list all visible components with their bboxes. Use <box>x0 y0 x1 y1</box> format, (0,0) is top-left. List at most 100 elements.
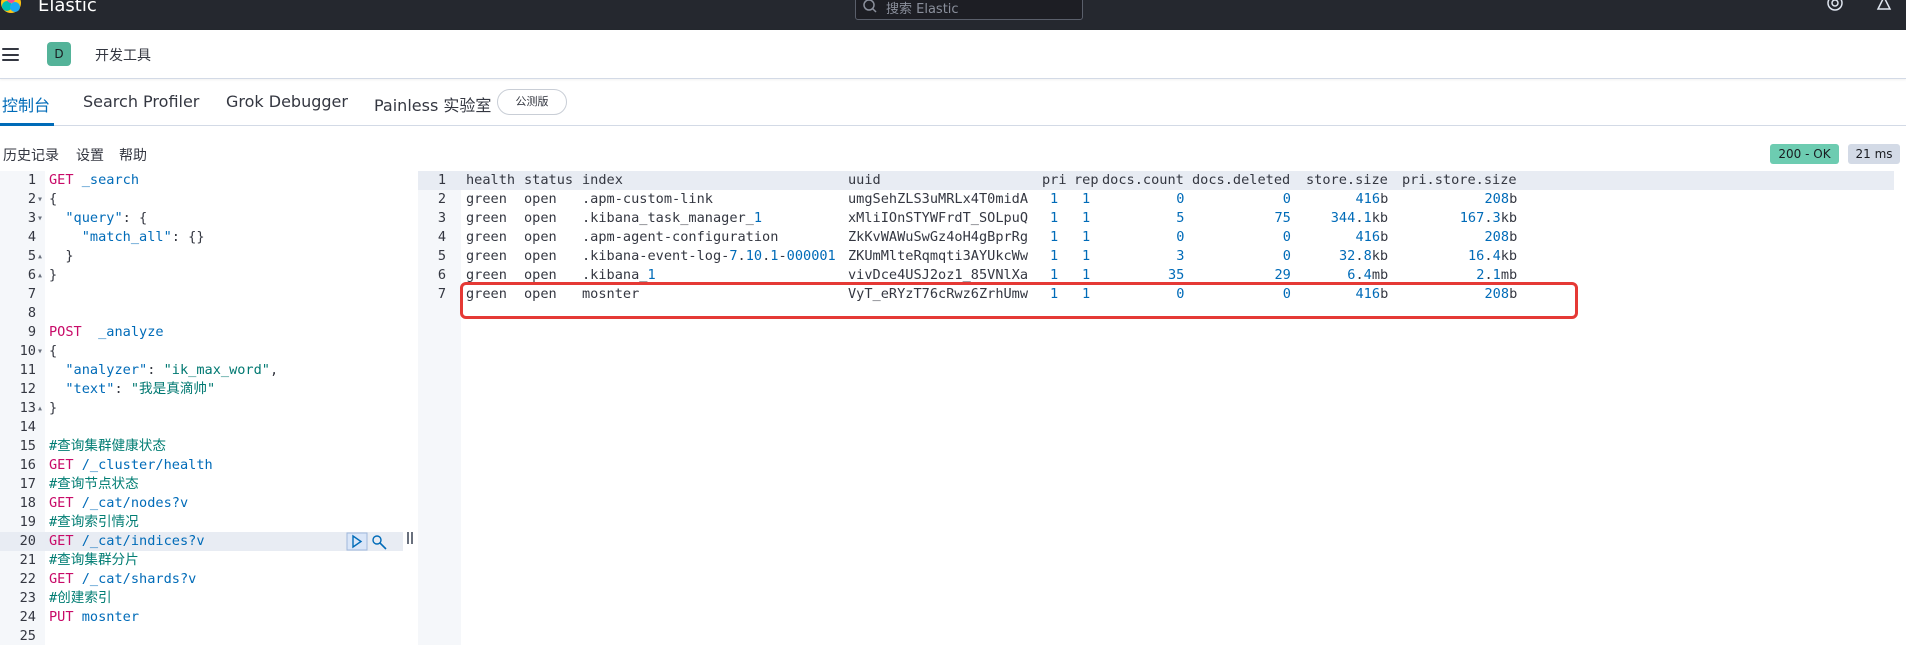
editor-line[interactable]: 20 GET /_cat/indices?v <box>0 532 403 551</box>
editor-line[interactable]: 15 #查询集群健康状态 <box>0 437 403 456</box>
editor-line[interactable]: 13 ▴} <box>0 399 403 418</box>
space-avatar[interactable]: D <box>47 42 71 66</box>
editor-line[interactable]: 18 GET /_cat/nodes?v <box>0 494 403 513</box>
fold-toggle-icon[interactable]: ▴ <box>37 266 43 285</box>
fold-toggle-icon[interactable]: ▴ <box>37 399 43 418</box>
column-header: status <box>524 172 574 188</box>
fold-toggle-icon[interactable]: ▾ <box>37 342 43 361</box>
line-number: 2 <box>437 191 446 207</box>
editor-line[interactable]: 21 #查询集群分片 <box>0 551 403 570</box>
column-header: health <box>466 172 516 188</box>
highlight-box <box>460 282 1578 319</box>
line-number: 7 <box>437 286 446 302</box>
line-number: 5 <box>437 248 446 264</box>
global-search-input[interactable]: 搜索 Elastic <box>855 0 1083 20</box>
code-text: PUT mosnter <box>49 609 140 625</box>
cell: 1 <box>1050 191 1059 207</box>
tab-grok-debugger[interactable]: Grok Debugger <box>226 92 348 111</box>
column-header: rep <box>1074 172 1099 188</box>
line-number: 9 <box>27 324 36 340</box>
cell: 0 <box>1282 248 1291 264</box>
cell: 208b <box>1484 191 1518 207</box>
editor-line[interactable]: 23 #创建索引 <box>0 589 403 608</box>
output-row: 3 green open .kibana_task_manager_1 xMliIOnS… <box>418 209 1894 228</box>
editor-line[interactable]: 10 ▾ { <box>0 342 403 361</box>
output-row: 2 green open .apm-custom-link umgSehZLS3uMRL… <box>418 190 1894 209</box>
editor-line[interactable]: 4 "match_all": {} <box>0 228 403 247</box>
editor-line[interactable]: 1 GET _search <box>0 171 403 190</box>
history-link[interactable]: 历史记录 <box>3 145 59 165</box>
cell: 1 <box>1082 210 1091 226</box>
editor-line[interactable]: 8 <box>0 304 403 323</box>
line-number: 8 <box>27 305 36 321</box>
cell: green <box>466 191 507 207</box>
cell: 344.1kb <box>1330 210 1389 226</box>
hamburger-menu-icon[interactable] <box>2 48 19 61</box>
cell: 1 <box>1050 248 1059 264</box>
line-number: 12 <box>19 381 36 397</box>
editor-line[interactable]: 24 PUT mosnter <box>0 608 403 627</box>
code-text: "text": "我是真滴帅" <box>65 381 216 397</box>
line-number: 22 <box>19 571 36 587</box>
line-number: 10 <box>19 343 36 359</box>
line-number: 23 <box>19 590 36 606</box>
output-row: 4 green open .apm-agent-configuration ZkKvWA… <box>418 228 1894 247</box>
line-number: 7 <box>27 286 36 302</box>
line-number: 11 <box>19 362 36 378</box>
editor-line[interactable]: 7 <box>0 285 403 304</box>
code-text: #查询节点状态 <box>49 476 139 492</box>
help-icon[interactable] <box>1826 0 1844 12</box>
line-number: 17 <box>19 476 36 492</box>
line-number: 18 <box>19 495 36 511</box>
response-output: 1 health status index uuid pri rep docs.count do… <box>418 171 1906 645</box>
code-text: "query": { <box>65 210 148 226</box>
code-text: "analyzer": "ik_max_word", <box>65 362 279 378</box>
editor-line[interactable]: 9 POST _analyze <box>0 323 403 342</box>
editor-line[interactable]: 12 "text": "我是真滴帅" <box>0 380 403 399</box>
editor-line[interactable]: 3 ▾ "query": { <box>0 209 403 228</box>
code-text: #创建索引 <box>49 590 112 606</box>
cell: 1 <box>1050 210 1059 226</box>
active-tab-indicator <box>0 123 54 126</box>
editor-line[interactable]: 2 ▾ { <box>0 190 403 209</box>
cell: 1 <box>1082 248 1091 264</box>
editor-line[interactable]: 22 GET /_cat/shards?v <box>0 570 403 589</box>
fold-toggle-icon[interactable]: ▴ <box>37 247 43 266</box>
cell: .kibana-event-log-7.10.1-000001 <box>582 248 836 264</box>
fold-toggle-icon[interactable]: ▾ <box>37 190 43 209</box>
request-editor[interactable]: 1 GET _search 2 ▾{3 ▾ "query": {4 "match_all… <box>0 171 418 645</box>
line-number: 5 <box>27 248 36 264</box>
code-text: { <box>49 191 58 207</box>
tab-console[interactable]: 控制台 <box>2 92 50 116</box>
editor-line[interactable]: 19 #查询索引情况 <box>0 513 403 532</box>
editor-line[interactable]: 11 "analyzer": "ik_max_word", <box>0 361 403 380</box>
resize-handle[interactable] <box>406 532 414 548</box>
brand-name: Elastic <box>38 0 97 16</box>
code-text: } <box>49 248 74 264</box>
line-number: 1 <box>437 172 446 188</box>
help-link[interactable]: 帮助 <box>119 145 147 165</box>
column-header: store.size <box>1306 172 1388 188</box>
cell: open <box>524 229 557 245</box>
elastic-logo-icon[interactable] <box>0 0 22 14</box>
tab-search-profiler[interactable]: Search Profiler <box>83 92 199 111</box>
cell: 1 <box>1082 191 1091 207</box>
editor-line[interactable]: 17 #查询节点状态 <box>0 475 403 494</box>
editor-line[interactable]: 14 <box>0 418 403 437</box>
code-text: "match_all": {} <box>81 229 205 245</box>
fold-toggle-icon[interactable]: ▾ <box>37 209 43 228</box>
editor-line[interactable]: 25 <box>0 627 403 645</box>
column-header: docs.count <box>1102 172 1184 188</box>
editor-line[interactable]: 6 ▴} <box>0 266 403 285</box>
editor-line[interactable]: 16 GET /_cluster/health <box>0 456 403 475</box>
line-number: 19 <box>19 514 36 530</box>
editor-line[interactable]: 5 ▴ } <box>0 247 403 266</box>
tab-painless-lab[interactable]: Painless 实验室 <box>374 92 491 116</box>
code-text: #查询索引情况 <box>49 514 139 530</box>
settings-link[interactable]: 设置 <box>76 145 104 165</box>
cell: umgSehZLS3uMRLx4T0midA <box>848 191 1029 207</box>
cell: 75 <box>1274 210 1291 226</box>
news-feed-icon[interactable] <box>1875 0 1893 12</box>
output-row: 5 green open .kibana-event-log-7.10.1-00000… <box>418 247 1894 266</box>
breadcrumb-current: 开发工具 <box>95 48 151 64</box>
